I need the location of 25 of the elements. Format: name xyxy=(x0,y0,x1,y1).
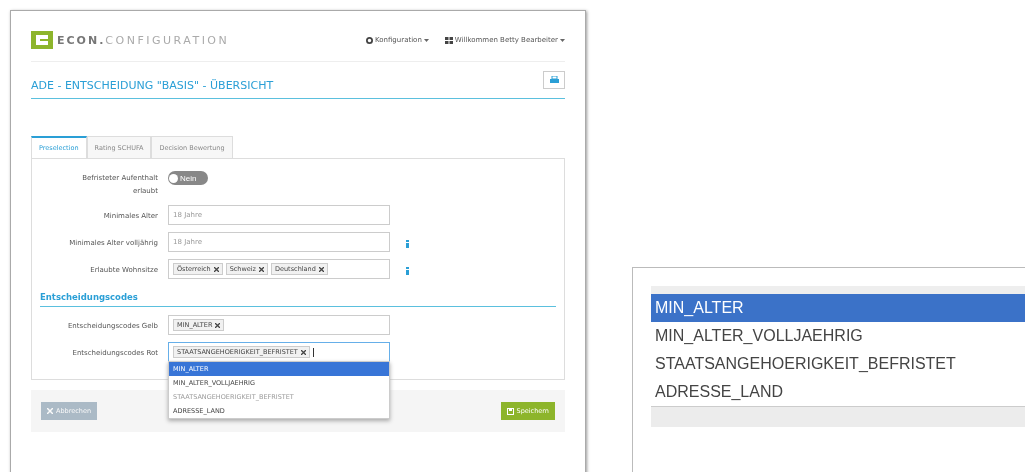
dropdown-option[interactable]: ADRESSE_LAND xyxy=(651,378,1025,406)
caret-icon xyxy=(423,38,429,42)
printer-icon xyxy=(549,76,559,84)
grid-icon xyxy=(444,36,453,44)
remove-icon[interactable] xyxy=(259,266,264,272)
logo-icon xyxy=(31,31,53,49)
print-button[interactable] xyxy=(543,71,565,89)
dropdown-option[interactable]: MIN_ALTER xyxy=(651,294,1025,322)
info-icon[interactable] xyxy=(406,267,409,275)
close-icon xyxy=(47,408,53,414)
dropdown-option[interactable]: STAATSANGEHOERIGKEIT_BEFRISTET xyxy=(651,350,1025,378)
save-icon xyxy=(506,407,514,415)
brand-name: ECON. xyxy=(57,33,106,47)
page-title: ADE - ENTSCHEIDUNG "BASIS" - ÜBERSICHT xyxy=(31,78,274,92)
remove-icon[interactable] xyxy=(300,349,306,355)
brand-subtitle: CONFIGURATION xyxy=(105,33,230,47)
remove-icon[interactable] xyxy=(213,266,219,272)
toggle-switch[interactable]: Nein xyxy=(168,171,208,185)
dropdown-option[interactable]: MIN_ALTER_VOLLJAEHRIG xyxy=(651,322,1025,350)
remove-icon[interactable] xyxy=(215,322,221,328)
info-icon[interactable] xyxy=(406,240,409,248)
section-title: Entscheidungscodes xyxy=(40,286,556,307)
gear-icon xyxy=(366,36,373,44)
caret-icon xyxy=(560,38,565,42)
remove-icon[interactable] xyxy=(318,266,324,272)
